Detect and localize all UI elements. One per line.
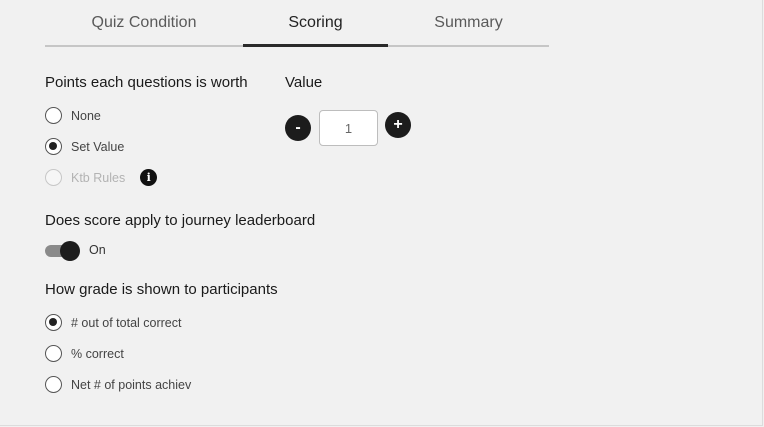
toggle-knob bbox=[60, 241, 80, 261]
grade-heading: How grade is shown to participants bbox=[45, 281, 278, 298]
radio-label-out-of-total: # out of total correct bbox=[71, 315, 182, 330]
radio-label-net-points: Net # of points achiev bbox=[71, 377, 192, 392]
radio-net-points[interactable] bbox=[45, 376, 62, 393]
grade-option-percent-correct[interactable]: % correct bbox=[45, 345, 124, 362]
minus-icon: - bbox=[295, 119, 301, 136]
radio-percent-correct[interactable] bbox=[45, 345, 62, 362]
toggle-label: On bbox=[89, 243, 106, 257]
grade-option-net-points[interactable]: Net # of points achiev bbox=[45, 376, 191, 393]
value-heading: Value bbox=[285, 74, 323, 91]
radio-set-value[interactable] bbox=[45, 138, 62, 155]
info-icon[interactable]: i bbox=[140, 169, 158, 186]
radio-label-ktb-rules: Ktb Rules bbox=[71, 170, 126, 185]
tab-bar: Quiz Condition Scoring Summary bbox=[45, 0, 549, 47]
grade-option-out-of-total[interactable]: # out of total correct bbox=[45, 314, 181, 331]
tab-summary[interactable]: Summary bbox=[388, 0, 549, 45]
radio-label-percent-correct: % correct bbox=[71, 346, 124, 361]
tab-quiz-condition[interactable]: Quiz Condition bbox=[45, 0, 243, 45]
plus-icon: + bbox=[393, 116, 403, 133]
radio-ktb-rules bbox=[45, 169, 62, 186]
radio-none[interactable] bbox=[45, 107, 62, 124]
tab-scoring[interactable]: Scoring bbox=[243, 0, 388, 47]
value-input[interactable] bbox=[319, 110, 378, 146]
radio-label-set-value: Set Value bbox=[71, 139, 125, 154]
leaderboard-heading: Does score apply to journey leaderboard bbox=[45, 212, 316, 229]
points-heading: Points each questions is worth bbox=[45, 74, 248, 91]
leaderboard-toggle[interactable] bbox=[45, 241, 81, 261]
points-option-set-value[interactable]: Set Value bbox=[45, 138, 124, 155]
radio-out-of-total[interactable] bbox=[45, 314, 62, 331]
points-option-none[interactable]: None bbox=[45, 107, 101, 124]
minus-button[interactable]: - bbox=[285, 115, 311, 141]
radio-label-none: None bbox=[71, 108, 101, 123]
points-option-ktb-rules: Ktb Rules i bbox=[45, 169, 158, 186]
plus-button[interactable]: + bbox=[385, 112, 411, 138]
